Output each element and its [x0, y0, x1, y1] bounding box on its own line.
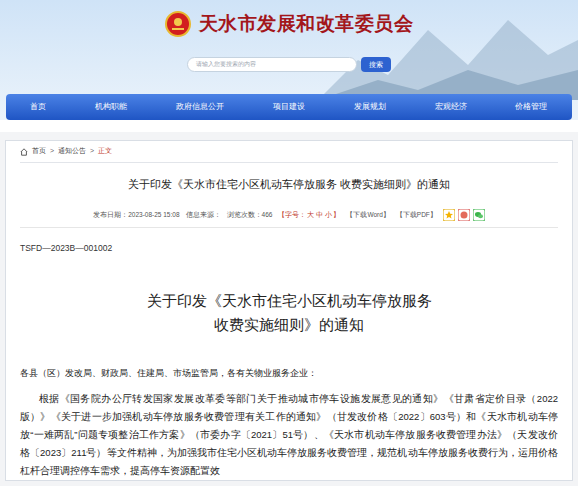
article-paragraph: 根据《国务院办公厅转发国家发展改革委等部门关于推动城市停车设施发展意见的通知》《… [20, 390, 558, 480]
breadcrumb: 首页>通知公告>正文 [20, 141, 558, 163]
font-size-control: 【字号：大中小】 [278, 210, 340, 220]
search-input[interactable]: 请输入您要搜索的内容 [187, 57, 357, 72]
breadcrumb-item[interactable]: 通知公告 [58, 146, 86, 157]
doc-number: TSFD—2023B—001002 [20, 242, 558, 255]
star-icon[interactable] [443, 209, 455, 221]
download-link[interactable]: 【下载Word】 [346, 210, 389, 220]
nav-item[interactable]: 首页 [30, 101, 46, 113]
salutation: 各县（区）发改局、财政局、住建局、市场监管局，各有关物业服务企业： [20, 367, 558, 381]
breadcrumb-item[interactable]: 首页 [32, 146, 46, 157]
search-button[interactable]: 搜索 [361, 57, 391, 72]
home-icon [20, 148, 28, 156]
brand: 天水市发展和改革委员会 [0, 6, 578, 42]
meta-item: 发布日期：2023-08-25 15:08 [93, 210, 179, 220]
meta-item: 信息来源： [186, 210, 221, 220]
page: 天水市发展和改革委员会请输入您要搜索的内容搜索首页机构职能政府信息公开项目建设发… [0, 0, 578, 486]
site-title: 天水市发展和改革委员会 [199, 10, 413, 39]
article-title: 关于印发《天水市住宅小区机动车停放服务收费实施细则》的通知 [20, 289, 558, 337]
wechat-icon[interactable] [473, 209, 485, 221]
breadcrumb-item[interactable]: 正文 [98, 146, 112, 157]
search-bar: 请输入您要搜索的内容搜索 [0, 54, 578, 74]
nav-item[interactable]: 项目建设 [273, 101, 305, 113]
download-link[interactable]: 【下载PDF】 [396, 210, 437, 220]
nav-bar: 首页 机构职能 政府信息公开 项目建设 发展规划 宏观经济 价格管理 [6, 94, 572, 120]
nav-item[interactable]: 宏观经济 [435, 101, 467, 113]
article-meta: 发布日期：2023-08-25 15:08 信息来源： 浏览次数：466 【字号：大中… [20, 209, 558, 228]
nav-item[interactable]: 发展规划 [354, 101, 386, 113]
nav-item[interactable]: 价格管理 [515, 101, 547, 113]
print-icon[interactable] [458, 209, 470, 221]
nav-item[interactable]: 政府信息公开 [176, 101, 224, 113]
nav-item[interactable]: 机构职能 [95, 101, 127, 113]
meta-item: 浏览次数：466 [227, 210, 273, 220]
emblem-icon [165, 11, 191, 37]
site-header: 天水市发展和改革委员会请输入您要搜索的内容搜索首页 机构职能 政府信息公开 项目建设 发… [0, 0, 578, 132]
font-size-option[interactable]: 中 [316, 211, 323, 218]
font-size-option[interactable]: 小 [325, 211, 332, 218]
title-line: 关于印发《天水市住宅小区机动车停放服务 [20, 289, 558, 313]
article-header-title: 关于印发《天水市住宅小区机动车停放服务 收费实施细则》的通知 [20, 177, 558, 193]
title-line: 收费实施细则》的通知 [20, 313, 558, 337]
font-size-option[interactable]: 大 [307, 211, 314, 218]
content-panel: 首页>通知公告>正文关于印发《天水市住宅小区机动车停放服务 收费实施细则》的通知… [5, 140, 573, 481]
